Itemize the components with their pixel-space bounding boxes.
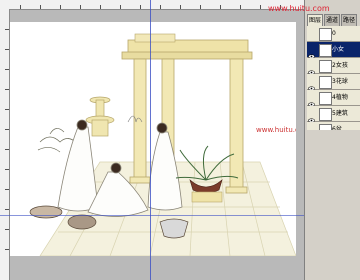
layer-name: 4植物: [332, 94, 348, 101]
layer-name: 5建筑: [332, 110, 348, 117]
layer-name: 小女: [332, 46, 345, 53]
tab-channels[interactable]: 通道: [324, 14, 341, 26]
layer-thumbnail: [319, 28, 332, 41]
layer-row[interactable]: 0: [307, 26, 360, 42]
layer-name: 3花球: [332, 78, 348, 85]
layer-row[interactable]: 2女孩: [307, 58, 360, 75]
vertical-ruler[interactable]: [0, 9, 10, 280]
layer-thumbnail: [319, 44, 332, 57]
layer-list: 0 小女 2女孩 3花球 4植物 5建筑: [307, 26, 360, 138]
tab-layers[interactable]: 图层: [307, 14, 324, 26]
svg-text:www.huitu.com: www.huitu.com: [256, 126, 296, 134]
layers-panel: 图层 通道 路径 0 小女 2女孩 3花球 4植物 5建筑: [304, 0, 360, 280]
layer-row[interactable]: 4植物: [307, 90, 360, 107]
eye-icon[interactable]: [308, 45, 315, 59]
site-watermark: www.huitu.com: [268, 4, 330, 13]
eye-icon[interactable]: [308, 61, 315, 75]
document-canvas[interactable]: www.huitu.com: [10, 22, 310, 257]
layer-thumbnail: [319, 108, 332, 121]
layer-row[interactable]: 3花球: [307, 74, 360, 91]
layer-name: 2女孩: [332, 62, 348, 69]
panel-empty-area: [307, 130, 360, 280]
layer-thumbnail: [319, 76, 332, 89]
vertical-guide[interactable]: [150, 0, 151, 280]
layer-name: 0: [332, 30, 336, 37]
horizontal-guide[interactable]: [0, 215, 304, 216]
tab-paths[interactable]: 路径: [341, 14, 358, 26]
panel-tabs: 图层 通道 路径: [307, 14, 360, 26]
eye-icon[interactable]: [308, 93, 315, 107]
layer-row[interactable]: 小女: [307, 42, 360, 59]
layer-thumbnail: [319, 60, 332, 73]
eye-icon[interactable]: [308, 77, 315, 91]
layer-row[interactable]: 5建筑: [307, 106, 360, 123]
horizontal-ruler[interactable]: [0, 0, 304, 10]
visibility-toggle[interactable]: [308, 29, 315, 36]
layer-thumbnail: [319, 92, 332, 105]
artwork-illustration: www.huitu.com: [29, 33, 310, 257]
eye-icon[interactable]: [308, 109, 315, 123]
